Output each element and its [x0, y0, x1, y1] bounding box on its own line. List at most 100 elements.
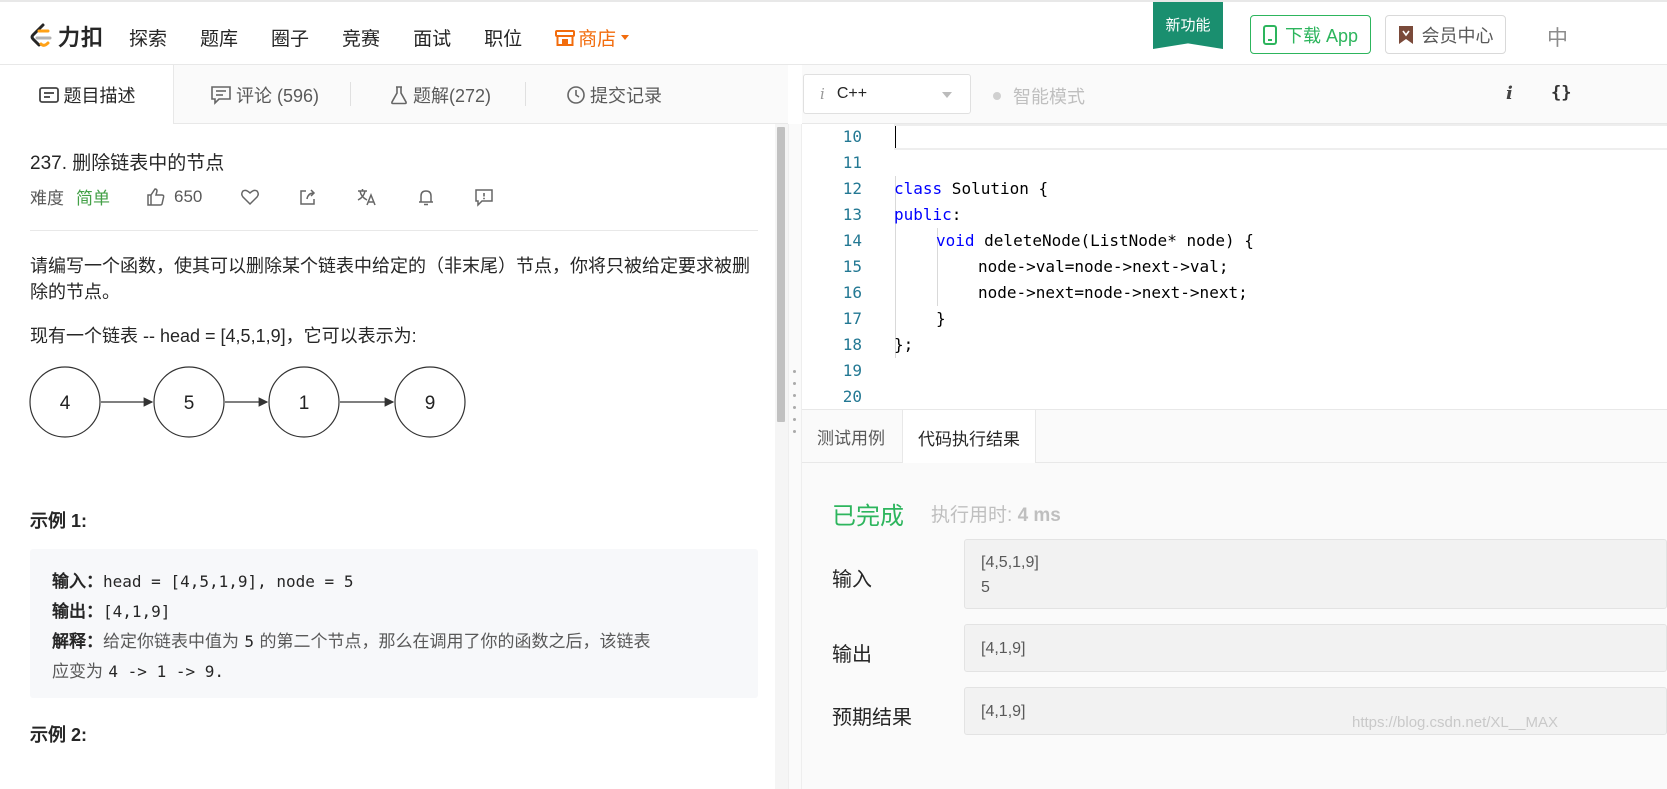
- tab-solutions[interactable]: 题解(272): [389, 65, 491, 124]
- nav-link-contest[interactable]: 竞赛: [342, 24, 380, 51]
- tab-divider: [350, 82, 351, 106]
- tab-solutions-label: 题解(272): [413, 85, 492, 106]
- translate-icon: [358, 188, 377, 205]
- feedback-button[interactable]: [474, 187, 494, 207]
- leetcode-logo[interactable]: 力扣: [28, 20, 104, 52]
- download-app-button[interactable]: 下载 App: [1250, 15, 1371, 54]
- watermark: https://blog.csdn.net/XL__MAX: [1352, 714, 1558, 731]
- code-editor[interactable]: 10 11 12 13 14 15 16 17 18 19 20 class S…: [802, 124, 1667, 409]
- phone-icon: [1262, 24, 1277, 45]
- code-line: node->val=node->next->val;: [978, 257, 1229, 276]
- current-line-highlight: [894, 124, 1667, 150]
- tab-testcase[interactable]: 测试用例: [817, 410, 885, 463]
- example-1-title: 示例 1:: [30, 511, 88, 531]
- line-number: 15: [842, 257, 862, 276]
- language-switch[interactable]: 中: [1547, 22, 1568, 52]
- info-icon[interactable]: i: [1506, 83, 1513, 104]
- tab-run-result[interactable]: 代码执行结果: [902, 410, 1036, 464]
- explain-result: 4 -> 1 -> 9.: [108, 662, 224, 681]
- flask-icon: [391, 85, 407, 104]
- description-icon: [38, 86, 59, 103]
- result-input-line-1: [4,5,1,9]: [981, 554, 1039, 571]
- input-label: 输入：: [52, 572, 103, 592]
- list-intro: 现有一个链表 -- head = [4,5,1,9]，它可以表示为:: [30, 326, 417, 346]
- list-node: 4: [29, 366, 101, 438]
- tab-description-label: 题目描述: [63, 85, 136, 106]
- code-keyword: public: [894, 205, 952, 224]
- code-keyword: class: [894, 179, 943, 198]
- translate-button[interactable]: [356, 187, 378, 207]
- example-explain-line: 解释：给定你链表中值为 5 的第二个节点，那么在调用了你的函数之后，该链表: [52, 627, 736, 657]
- run-status: 已完成: [832, 503, 904, 530]
- bell-icon: [419, 189, 434, 205]
- download-app-label: 下载 App: [1284, 25, 1359, 46]
- problem-title: 237. 删除链表中的节点: [30, 153, 225, 174]
- code-line: };: [894, 335, 914, 354]
- language-value: C++: [836, 85, 868, 102]
- result-input-box: [4,5,1,9] 5: [964, 539, 1667, 609]
- result-input-line-2: 5: [981, 579, 990, 596]
- favorite-button[interactable]: [240, 187, 260, 207]
- node-value: 9: [425, 393, 436, 414]
- example-input-line: 输入：head = [4,5,1,9], node = 5: [52, 567, 736, 597]
- logo-text: 力扣: [58, 25, 105, 50]
- nav-link-jobs[interactable]: 职位: [484, 24, 522, 51]
- store-label: 商店: [578, 29, 617, 50]
- line-number: 20: [842, 387, 862, 406]
- run-time-label: 执行用时:: [931, 505, 1013, 526]
- language-select[interactable]: i C++: [803, 74, 971, 114]
- notify-button[interactable]: [416, 187, 436, 207]
- vip-center-label: 会员中心: [1421, 25, 1494, 46]
- line-number: 14: [842, 231, 862, 250]
- share-button[interactable]: [298, 187, 318, 207]
- nav-link-store[interactable]: 商店: [555, 24, 630, 51]
- divider: [30, 230, 758, 231]
- nav-link-explore[interactable]: 探索: [129, 24, 167, 51]
- like-button[interactable]: 650: [146, 187, 202, 207]
- top-navbar: 力扣 探索 题库 圈子 竞赛 面试 职位 商店 新功能 下载 App 会员中心 …: [0, 0, 1667, 65]
- explain-text-c: 应变为: [52, 662, 109, 682]
- example-output-line: 输出：[4,1,9]: [52, 597, 736, 627]
- line-number: 11: [842, 153, 862, 172]
- chevron-down-icon: [942, 92, 952, 98]
- new-feature-badge[interactable]: 新功能: [1153, 2, 1223, 49]
- heart-icon: [241, 189, 260, 205]
- tab-comments[interactable]: 评论 (596): [210, 65, 319, 124]
- example-1-box: 输入：head = [4,5,1,9], node = 5 输出：[4,1,9]…: [30, 549, 758, 698]
- smart-mode-toggle[interactable]: 智能模式: [993, 83, 1085, 109]
- line-number: 16: [842, 283, 862, 302]
- result-expected-box: [4,1,9]: [964, 687, 1667, 735]
- tab-submissions[interactable]: 提交记录: [566, 65, 662, 124]
- expected-label: 预期结果: [832, 707, 912, 729]
- result-output-box: [4,1,9]: [964, 624, 1667, 672]
- smart-mode-label: 智能模式: [1013, 87, 1085, 107]
- tab-description[interactable]: 题目描述: [0, 65, 174, 124]
- line-number: 12: [842, 179, 862, 198]
- tab-submissions-label: 提交记录: [590, 85, 662, 106]
- nav-link-problems[interactable]: 题库: [200, 24, 238, 51]
- vip-center-button[interactable]: 会员中心: [1385, 15, 1506, 54]
- left-scrollbar-thumb[interactable]: [777, 127, 785, 422]
- example-output: [4,1,9]: [103, 602, 171, 621]
- indent-guide: [895, 176, 896, 358]
- braces-icon[interactable]: {}: [1551, 83, 1571, 103]
- comment-icon: [211, 85, 231, 105]
- code-text: Solution {: [942, 179, 1049, 198]
- leetcode-logo-icon: [30, 23, 52, 47]
- code-line: node->next=node->next->next;: [978, 283, 1248, 302]
- input-label: 输入: [832, 569, 872, 591]
- problem-tabs: 题目描述 评论 (596) 题解(272) 提交记录: [0, 65, 788, 124]
- code-keyword: void: [936, 231, 975, 250]
- code-line: void deleteNode(ListNode* node) {: [936, 231, 1254, 250]
- nav-link-interview[interactable]: 面试: [413, 24, 451, 51]
- node-value: 4: [60, 393, 71, 414]
- explain-text-a: 给定你链表中值为: [103, 632, 245, 652]
- nav-link-circle[interactable]: 圈子: [271, 24, 309, 51]
- text-cursor: [895, 126, 896, 148]
- explain-text-b: 的第二个节点，那么在调用了你的函数之后，该链表: [254, 632, 651, 652]
- example-input: head = [4,5,1,9], node = 5: [103, 572, 354, 591]
- panel-splitter[interactable]: [788, 124, 802, 789]
- problem-description-panel: 237. 删除链表中的节点 难度 简单 650 请编写一个函数，使其可以删除某个…: [0, 124, 775, 789]
- chevron-down-icon: [621, 35, 630, 40]
- difficulty-badge: 简单: [76, 189, 110, 208]
